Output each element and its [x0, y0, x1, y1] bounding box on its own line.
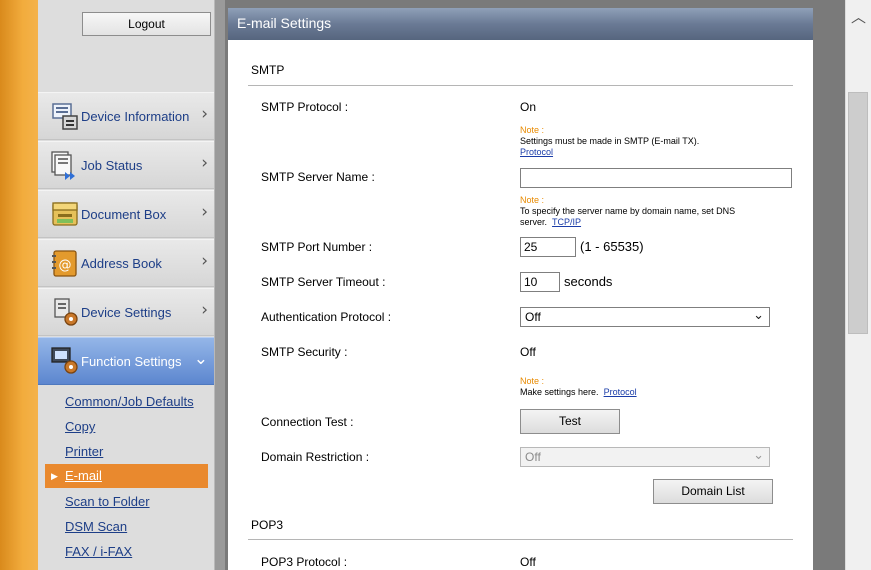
chevron-down-icon: ⌄ — [753, 448, 764, 463]
submenu-fax-ifax[interactable]: FAX / i-FAX — [65, 544, 132, 559]
smtp-port-number-label: SMTP Port Number : — [261, 240, 373, 254]
domain-list-button[interactable]: Domain List — [653, 479, 773, 504]
note-heading: Note : — [520, 376, 545, 386]
chevron-right-icon: › — [201, 153, 208, 173]
device-information-icon — [50, 101, 80, 131]
submenu-scan-to-folder[interactable]: Scan to Folder — [65, 494, 150, 509]
section-divider — [248, 85, 793, 86]
submenu-common-job-defaults[interactable]: Common/Job Defaults — [65, 394, 194, 409]
nav-label: Document Box — [81, 207, 167, 222]
smtp-server-timeout-input[interactable] — [520, 272, 560, 292]
nav-function-settings[interactable]: Function Settings ⌄ — [38, 337, 214, 385]
note-heading: Note : — [520, 195, 545, 205]
pop3-section-title: POP3 — [251, 518, 284, 532]
smtp-section-title: SMTP — [251, 63, 285, 77]
smtp-protocol-value: On — [520, 100, 537, 114]
nav-label: Device Information — [81, 109, 190, 124]
note-heading: Note : — [520, 125, 545, 135]
pop3-protocol-label: POP3 Protocol : — [261, 555, 348, 569]
nav-document-box[interactable]: Document Box › — [38, 190, 214, 238]
smtp-security-value: Off — [520, 345, 536, 359]
smtp-server-name-input[interactable] — [520, 168, 792, 188]
tcpip-link[interactable]: TCP/IP — [552, 217, 581, 227]
smtp-server-note: Note : To specify the server name by dom… — [520, 195, 790, 228]
authentication-protocol-select[interactable]: Off ⌄ — [520, 307, 770, 327]
submenu-email-label: E-mail — [65, 468, 102, 483]
domain-restriction-select[interactable]: Off ⌄ — [520, 447, 770, 467]
arrow-bullet-icon: ▶ — [51, 471, 58, 481]
email-settings-panel: E-mail Settings SMTP SMTP Protocol : On … — [228, 8, 813, 570]
submenu-email[interactable]: ▶ E-mail — [45, 464, 208, 488]
smtp-security-note: Note : Make settings here. Protocol — [520, 376, 790, 398]
chevron-right-icon: › — [201, 251, 208, 271]
authentication-protocol-label: Authentication Protocol : — [261, 310, 392, 324]
pop3-protocol-value: Off — [520, 555, 536, 569]
note-text-line: To specify the server name by domain nam… — [520, 206, 790, 228]
nav-label: Function Settings — [81, 354, 182, 369]
nav-label: Address Book — [81, 256, 162, 271]
protocol-link[interactable]: Protocol — [604, 387, 637, 397]
function-settings-icon — [50, 346, 80, 376]
main-content: E-mail Settings SMTP SMTP Protocol : On … — [225, 0, 845, 570]
scrollbar-thumb[interactable] — [848, 92, 868, 334]
smtp-server-timeout-label: SMTP Server Timeout : — [261, 275, 386, 289]
connection-test-label: Connection Test : — [261, 415, 354, 429]
nav-label: Device Settings — [81, 305, 172, 320]
smtp-port-number-input[interactable] — [520, 237, 576, 257]
window-left-border — [0, 0, 38, 570]
smtp-server-name-label: SMTP Server Name : — [261, 170, 375, 184]
document-box-icon — [50, 199, 80, 229]
select-value: Off — [525, 310, 541, 324]
test-button[interactable]: Test — [520, 409, 620, 434]
job-status-icon — [50, 150, 80, 180]
vertical-scrollbar[interactable]: ︿ — [845, 0, 871, 570]
panel-title: E-mail Settings — [228, 8, 813, 40]
chevron-right-icon: › — [201, 104, 208, 124]
domain-restriction-label: Domain Restriction : — [261, 450, 370, 464]
port-range-hint: (1 - 65535) — [580, 239, 644, 254]
timeout-unit: seconds — [564, 274, 613, 289]
logout-button[interactable]: Logout — [82, 12, 211, 36]
sidebar-divider — [215, 0, 225, 570]
device-settings-icon — [50, 297, 80, 327]
nav-device-information[interactable]: Device Information › — [38, 92, 214, 140]
address-book-icon: @ — [50, 248, 80, 278]
submenu-dsm-scan[interactable]: DSM Scan — [65, 519, 127, 534]
smtp-protocol-note: Note : Settings must be made in SMTP (E-… — [520, 125, 790, 158]
svg-text:@: @ — [59, 258, 72, 273]
chevron-down-icon: ⌄ — [753, 308, 764, 323]
chevron-right-icon: › — [201, 300, 208, 320]
chevron-down-icon: ⌄ — [193, 349, 208, 369]
submenu-printer[interactable]: Printer — [65, 444, 103, 459]
smtp-protocol-label: SMTP Protocol : — [261, 100, 349, 114]
nav-job-status[interactable]: Job Status › — [38, 141, 214, 189]
sidebar: Logout Device Information › Job Status ›… — [38, 0, 215, 570]
note-text-line: Make settings here. Protocol — [520, 387, 790, 398]
nav-address-book[interactable]: @ Address Book › — [38, 239, 214, 287]
submenu-copy[interactable]: Copy — [65, 419, 95, 434]
chevron-right-icon: › — [201, 202, 208, 222]
select-value: Off — [525, 450, 541, 464]
note-text: Make settings here. — [520, 387, 599, 397]
section-divider — [248, 539, 793, 540]
protocol-link[interactable]: Protocol — [520, 147, 553, 157]
note-text: Settings must be made in SMTP (E-mail TX… — [520, 136, 700, 146]
chevron-up-icon[interactable]: ︿ — [846, 6, 871, 36]
smtp-security-label: SMTP Security : — [261, 345, 348, 359]
nav-device-settings[interactable]: Device Settings › — [38, 288, 214, 336]
nav-label: Job Status — [81, 158, 143, 173]
